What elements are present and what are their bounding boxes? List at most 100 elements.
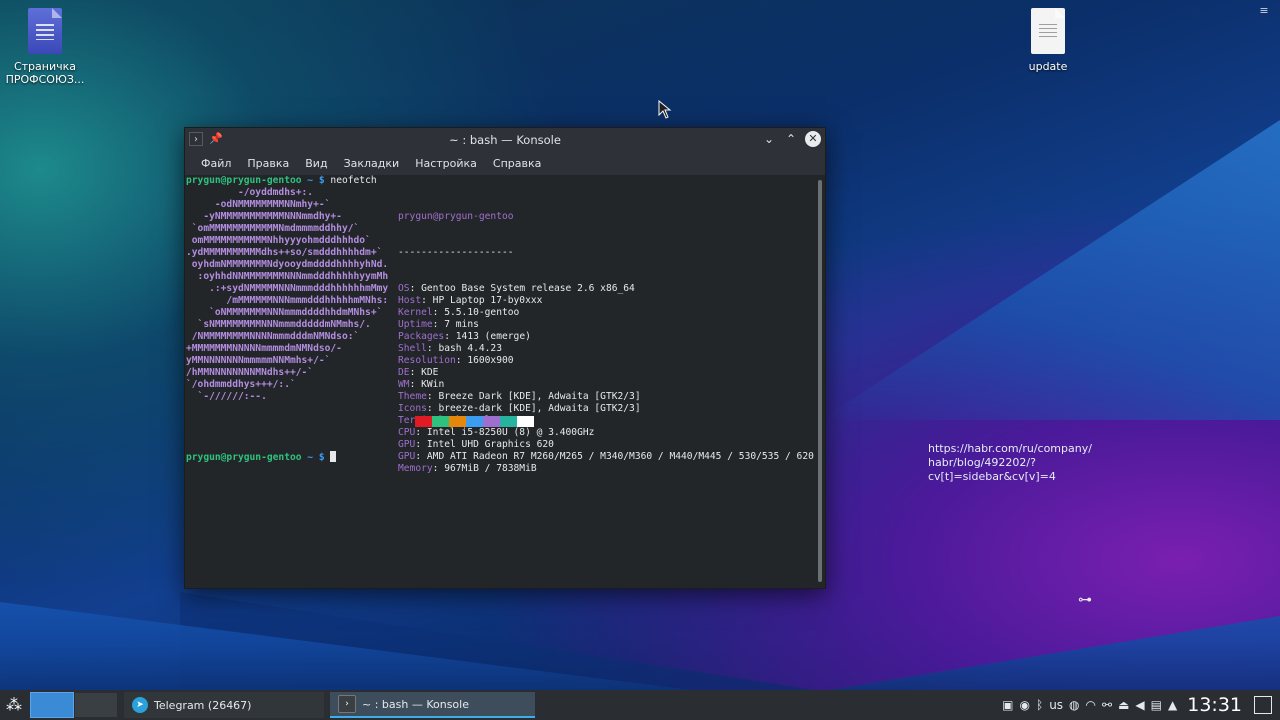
info-row: Memory: 967MiB / 7838MiB xyxy=(398,463,537,474)
usb-device-icon[interactable]: ⏏ xyxy=(1118,698,1129,712)
ascii-line: `-//////:--. xyxy=(186,391,267,402)
close-button[interactable]: ✕ xyxy=(805,131,821,147)
wifi-icon[interactable]: ◠ xyxy=(1086,698,1096,712)
menu-help[interactable]: Справка xyxy=(485,157,549,170)
info-key: GPU xyxy=(398,451,416,462)
info-value: bash 4.4.23 xyxy=(438,343,502,354)
ascii-line: :oyhhdNNMMMMMMMNNNmmdddhhhhhyymMh xyxy=(186,271,389,282)
ascii-line: yMMNNNNNNNmmmmmNNMmhs+/-` xyxy=(186,355,331,366)
menu-view[interactable]: Вид xyxy=(297,157,335,170)
kde-connect-icon[interactable]: ⚯ xyxy=(1102,698,1112,712)
widget-handle-icon[interactable]: ⊶ xyxy=(1078,592,1092,608)
info-value: 1413 (emerge) xyxy=(455,331,531,342)
bluetooth-icon[interactable]: ᛒ xyxy=(1036,698,1043,712)
info-row: DE: KDE xyxy=(398,367,439,378)
desktop-icon-update[interactable]: update xyxy=(1003,8,1093,73)
task-konsole[interactable]: › ~ : bash — Konsole xyxy=(330,692,535,718)
info-row: Resolution: 1600x900 xyxy=(398,355,514,366)
sticky-note: https://habr.com/ru/company/ habr/blog/4… xyxy=(928,442,1128,484)
menu-settings[interactable]: Настройка xyxy=(407,157,485,170)
scrollbar[interactable] xyxy=(818,180,822,582)
viber-icon[interactable]: ◉ xyxy=(1020,698,1030,712)
color-palette xyxy=(415,416,534,427)
maximize-button[interactable]: ⌃ xyxy=(783,131,799,147)
wallpaper-shard xyxy=(820,120,1280,420)
tray-expand-icon[interactable]: ▲ xyxy=(1168,698,1177,712)
user-host: prygun@prygun-gentoo xyxy=(398,211,514,222)
app-launcher-icon[interactable]: ⁂ xyxy=(0,690,28,720)
info-key: Packages xyxy=(398,331,445,342)
ascii-line: -yNMMMMMMMMMMMNNNmmdhy+- xyxy=(186,211,342,222)
network-globe-icon[interactable]: ◍ xyxy=(1069,698,1079,712)
system-tray: ▣ ◉ ᛒ us ◍ ◠ ⚯ ⏏ ◀ ▤ ▲ 13:31 xyxy=(1002,690,1280,720)
ascii-line: -/oyddmdhs+:. xyxy=(186,187,314,198)
task-label: ~ : bash — Konsole xyxy=(362,697,469,711)
info-row: Packages: 1413 (emerge) xyxy=(398,331,531,342)
ascii-line: /NMMMMMMMMNNNNmmmdddmNMNdso:` xyxy=(186,331,360,342)
info-key: WM xyxy=(398,379,410,390)
command-line: prygun@prygun-gentoo ~ $ neofetch xyxy=(186,175,377,186)
info-row: GPU: Intel UHD Graphics 620 xyxy=(398,439,554,450)
system-info: prygun@prygun-gentoo -------------------… xyxy=(398,187,814,499)
ascii-line: /mMMMMMMNNNmmmdddhhhhhmMNhs: xyxy=(186,295,389,306)
info-key: Uptime xyxy=(398,319,433,330)
ascii-line: .:+sydNMMMMMNNNmmmdddhhhhhhmMmy xyxy=(186,283,389,294)
info-key: Kernel xyxy=(398,307,433,318)
info-value: Intel i5-8250U (8) @ 3.400GHz xyxy=(426,427,595,438)
color-swatch xyxy=(483,416,500,427)
info-key: CPU xyxy=(398,427,416,438)
info-row: OS: Gentoo Base System release 2.6 x86_6… xyxy=(398,283,635,294)
text-cursor xyxy=(330,451,337,462)
color-swatch xyxy=(432,416,449,427)
info-value: 5.5.10-gentoo xyxy=(444,307,520,318)
info-row: Shell: bash 4.4.23 xyxy=(398,343,502,354)
ascii-line: .ydMMMMMMMMMMdhs++so/smdddhhhhdm+` xyxy=(186,247,383,258)
info-value: KWin xyxy=(421,379,445,390)
desktop-icon-profsoyuz[interactable]: Страничка ПРОФСОЮЗ... xyxy=(0,8,90,86)
color-swatch xyxy=(449,416,466,427)
desktop-toolbox-icon[interactable]: ≡ xyxy=(1256,4,1272,20)
info-value: 7 mins xyxy=(444,319,479,330)
info-key: Theme xyxy=(398,391,427,402)
ascii-line: `sNMMMMMMMMNNNmmmdddddmNMmhs/. xyxy=(186,319,371,330)
info-row: WM: KWin xyxy=(398,379,445,390)
task-label: Telegram (26467) xyxy=(154,698,252,712)
menu-bookmarks[interactable]: Закладки xyxy=(336,157,408,170)
desktop-1[interactable] xyxy=(30,692,74,718)
konsole-window: › 📌 ~ : bash — Konsole ⌄ ⌃ ✕ Файл Правка… xyxy=(184,127,826,589)
info-key: Shell xyxy=(398,343,427,354)
clock[interactable]: 13:31 xyxy=(1187,694,1242,716)
show-desktop-button[interactable] xyxy=(1254,696,1272,714)
note-line: https://habr.com/ru/company/ xyxy=(928,442,1092,455)
menu-edit[interactable]: Правка xyxy=(239,157,297,170)
gentoo-ascii-logo: -/oyddmdhs+:. -odNMMMMMMMMNNmhy+-` -yNMM… xyxy=(186,187,388,403)
minimize-button[interactable]: ⌄ xyxy=(761,131,777,147)
ascii-line: `oNMMMMMMMNNNmmmddddhhdmMNhs+` xyxy=(186,307,383,318)
document-icon xyxy=(28,8,62,54)
info-row: Kernel: 5.5.10-gentoo xyxy=(398,307,520,318)
clipboard-icon[interactable]: ▤ xyxy=(1151,698,1162,712)
info-key: OS xyxy=(398,283,410,294)
terminal-output[interactable]: prygun@prygun-gentoo ~ $ neofetch -/oydd… xyxy=(185,175,815,588)
desktop-2[interactable] xyxy=(74,692,118,718)
ascii-line: oyhdmNMMMMMMMNdyooydmddddhhhhyhNd. xyxy=(186,259,389,270)
task-telegram[interactable]: ➤ Telegram (26467) xyxy=(124,692,324,718)
prompt-line: prygun@prygun-gentoo ~ $ xyxy=(186,451,337,464)
cpu-monitor-icon[interactable]: ▣ xyxy=(1002,698,1013,712)
menu-file[interactable]: Файл xyxy=(193,157,239,170)
virtual-desktop-pager xyxy=(30,692,118,718)
window-titlebar[interactable]: › 📌 ~ : bash — Konsole ⌄ ⌃ ✕ xyxy=(185,128,825,151)
window-title: ~ : bash — Konsole xyxy=(449,133,561,147)
info-key: DE xyxy=(398,367,410,378)
info-value: HP Laptop 17-by0xxx xyxy=(432,295,543,306)
info-value: 1600x900 xyxy=(467,355,514,366)
ascii-line: /hMMNNNNNNNNMNdhs++/-` xyxy=(186,367,314,378)
color-swatch xyxy=(517,416,534,427)
keyboard-layout[interactable]: us xyxy=(1049,698,1063,712)
info-key: GPU xyxy=(398,439,416,450)
color-swatch xyxy=(466,416,483,427)
text-file-icon xyxy=(1031,8,1065,54)
volume-icon[interactable]: ◀ xyxy=(1135,698,1144,712)
info-value: AMD ATI Radeon R7 M260/M265 / M340/M360 … xyxy=(426,451,814,462)
info-value: 967MiB / 7838MiB xyxy=(444,463,537,474)
